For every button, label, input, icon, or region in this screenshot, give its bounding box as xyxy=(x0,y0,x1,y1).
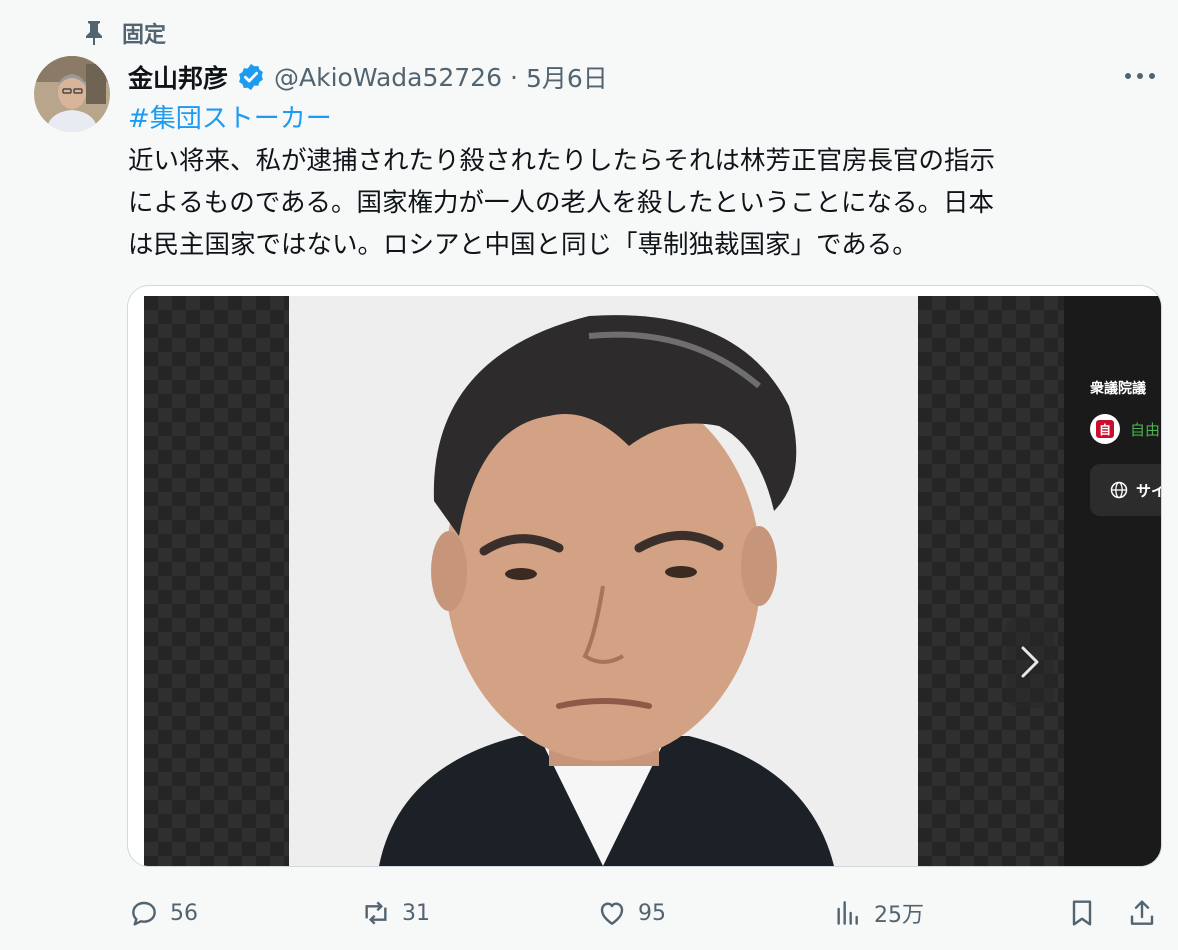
header-separator: · xyxy=(510,62,518,92)
chevron-right-icon xyxy=(1021,646,1039,678)
reply-icon xyxy=(132,901,156,926)
view-count: 25万 xyxy=(874,903,924,928)
avatar[interactable] xyxy=(34,56,110,132)
party-mark: 自 xyxy=(1096,420,1114,438)
like-button[interactable]: 95 xyxy=(596,890,666,936)
like-count: 95 xyxy=(638,900,666,926)
author-handle[interactable]: @AkioWada52726 xyxy=(274,63,502,92)
media-card[interactable]: 衆議院議 自 自由 サイ xyxy=(127,285,1162,867)
media-image[interactable]: 衆議院議 自 自由 サイ xyxy=(144,296,1161,866)
pinned-indicator: 固定 xyxy=(82,16,166,50)
tweet-text-line: によるものである。国家権力が一人の老人を殺したということになる。日本 xyxy=(128,188,994,218)
more-options-icon[interactable] xyxy=(1120,62,1160,90)
pin-icon xyxy=(82,19,106,47)
party-name: 自由 xyxy=(1130,420,1161,439)
tweet-text: 近い将来、私が逮捕されたり殺されたりしたらそれは林芳正官房長官の指示 によるもの… xyxy=(128,140,1158,266)
globe-icon xyxy=(1110,481,1128,499)
tweet-date[interactable]: 5月6日 xyxy=(526,59,608,95)
bookmark-icon xyxy=(1072,900,1092,926)
bookmark-button[interactable] xyxy=(1066,890,1098,936)
views-button[interactable]: 25万 xyxy=(832,890,924,936)
site-button: サイ xyxy=(1090,464,1161,516)
site-button-label: サイ xyxy=(1136,481,1161,500)
reply-button[interactable]: 56 xyxy=(128,890,198,936)
portrait-photo xyxy=(289,296,918,866)
side-panel-title: 衆議院議 xyxy=(1090,381,1146,397)
retweet-icon xyxy=(365,901,387,925)
retweet-button[interactable]: 31 xyxy=(360,890,430,936)
checker-background xyxy=(144,296,289,866)
checker-background xyxy=(918,296,1064,866)
hashtag-link[interactable]: #集団ストーカー xyxy=(128,100,332,138)
party-logo-icon: 自 xyxy=(1090,414,1120,444)
tweet-text-line: は民主国家ではない。ロシアと中国と同じ「専制独裁国家」である。 xyxy=(128,230,918,260)
tweet-text-line: 近い将来、私が逮捕されたり殺されたりしたらそれは林芳正官房長官の指示 xyxy=(128,146,996,176)
share-button[interactable] xyxy=(1126,890,1158,936)
tweet-header: 金山邦彦 @AkioWada52726 · 5月6日 xyxy=(128,56,608,98)
analytics-icon xyxy=(837,901,858,925)
party-row: 自 自由 xyxy=(1090,414,1160,444)
verified-badge-icon[interactable] xyxy=(236,62,266,92)
author-name[interactable]: 金山邦彦 xyxy=(128,59,228,95)
pinned-label: 固定 xyxy=(122,23,167,48)
heart-icon xyxy=(600,902,624,925)
retweet-count: 31 xyxy=(402,900,430,926)
share-icon xyxy=(1130,900,1154,925)
next-image-button[interactable] xyxy=(1006,616,1054,708)
reply-count: 56 xyxy=(170,900,198,926)
profile-side-panel: 衆議院議 自 自由 サイ xyxy=(1064,296,1161,866)
tweet-actions: 56 31 95 25万 xyxy=(0,890,1178,936)
